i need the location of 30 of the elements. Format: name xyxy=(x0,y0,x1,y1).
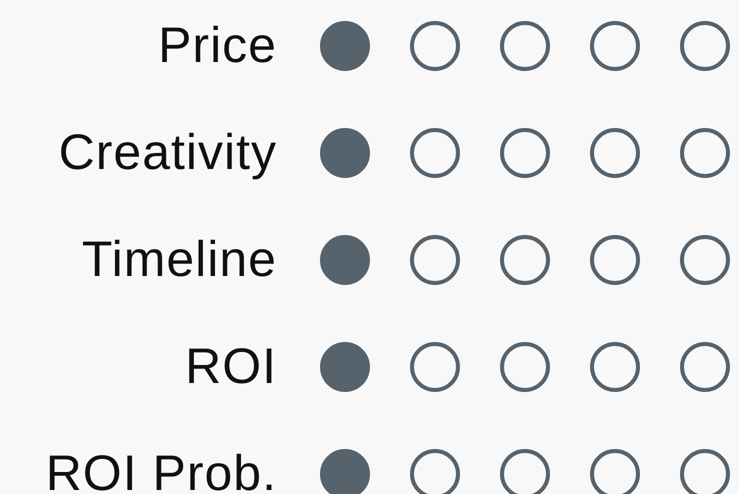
rating-dot[interactable] xyxy=(680,20,730,70)
rating-dot[interactable] xyxy=(320,342,370,392)
rating-dot[interactable] xyxy=(590,20,640,70)
rating-dot[interactable] xyxy=(500,342,550,392)
rating-dot[interactable] xyxy=(320,128,370,178)
rating-dot[interactable] xyxy=(590,342,640,392)
rating-label: ROI Prob. xyxy=(44,444,277,494)
rating-dot[interactable] xyxy=(500,448,550,494)
rating-dot[interactable] xyxy=(680,448,730,494)
rating-dot[interactable] xyxy=(680,342,730,392)
rating-dot[interactable] xyxy=(320,20,370,70)
rating-dot[interactable] xyxy=(320,234,370,284)
rating-label: Creativity xyxy=(58,123,277,182)
rating-dot[interactable] xyxy=(410,20,460,70)
rating-label: Price xyxy=(157,16,277,75)
rating-dot[interactable] xyxy=(500,20,550,70)
rating-dot[interactable] xyxy=(320,448,370,494)
rating-dot[interactable] xyxy=(590,128,640,178)
rating-dot[interactable] xyxy=(410,128,460,178)
rating-dot[interactable] xyxy=(500,234,550,284)
rating-dot[interactable] xyxy=(590,448,640,494)
rating-dot[interactable] xyxy=(500,128,550,178)
rating-label: Timeline xyxy=(80,230,277,289)
rating-dot[interactable] xyxy=(680,128,730,178)
rating-dot[interactable] xyxy=(410,342,460,392)
rating-dot[interactable] xyxy=(410,448,460,494)
rating-dot[interactable] xyxy=(680,234,730,284)
rating-label: ROI xyxy=(184,337,277,396)
rating-dot[interactable] xyxy=(590,234,640,284)
rating-dot[interactable] xyxy=(410,234,460,284)
